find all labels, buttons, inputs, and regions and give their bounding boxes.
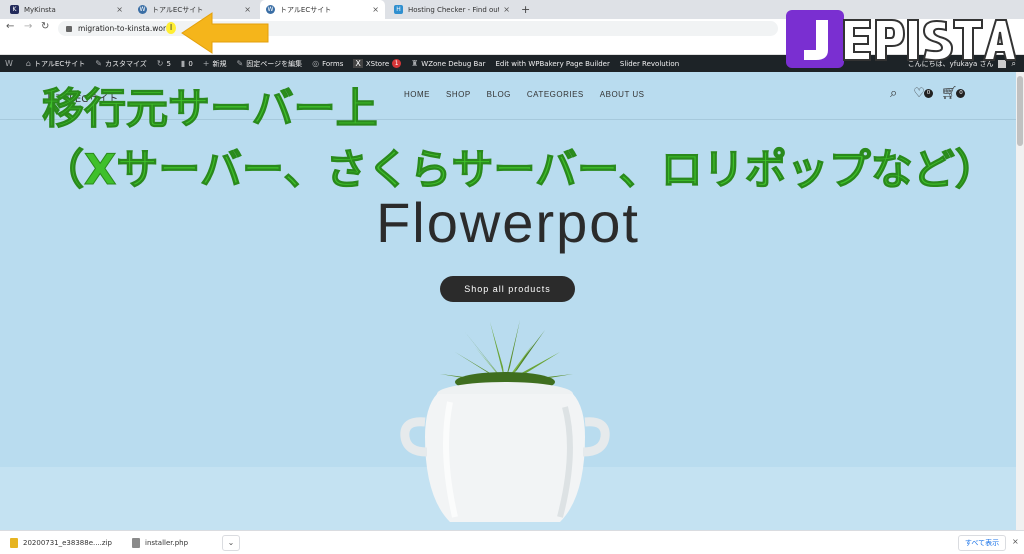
forward-arrow-icon[interactable]: → bbox=[24, 21, 32, 32]
admin-bar-comments[interactable]: ▮ 0 bbox=[181, 59, 193, 68]
admin-bar-label: トアルECサイト bbox=[34, 59, 86, 68]
comment-icon: ▮ bbox=[180, 59, 186, 68]
new-tab-button[interactable]: + bbox=[521, 3, 530, 16]
tab-close-icon[interactable]: × bbox=[503, 5, 510, 14]
wordpress-favicon-icon: W bbox=[138, 5, 147, 14]
hero-title: Flowerpot bbox=[376, 191, 640, 254]
admin-bar-wpbakery[interactable]: Edit with WPBakery Page Builder bbox=[495, 60, 609, 68]
tab-title: トアルECサイト bbox=[280, 5, 332, 14]
search-icon[interactable]: ⌕ bbox=[890, 86, 897, 101]
jepista-logo bbox=[786, 10, 1016, 68]
php-file-icon bbox=[132, 538, 140, 548]
downloads-shelf: 20200731_e38388e....zip installer.php ⌄ … bbox=[0, 530, 1024, 554]
pencil-icon: ✎ bbox=[236, 59, 244, 68]
lock-icon bbox=[66, 25, 72, 32]
back-arrow-icon[interactable]: ← bbox=[6, 21, 14, 32]
admin-bar-edit-page[interactable]: ✎ 固定ページを編集 bbox=[237, 59, 303, 69]
download-filename: installer.php bbox=[145, 539, 189, 547]
overlay-subheading: （Xサーバー、さくらサーバー、ロリポップなど） bbox=[42, 145, 998, 195]
wordpress-logo-icon: W bbox=[5, 59, 13, 68]
reload-icon[interactable]: ↻ bbox=[41, 21, 49, 32]
wishlist-heart-icon[interactable]: ♡ 0 bbox=[913, 86, 933, 101]
admin-bar-label: 固定ページを編集 bbox=[246, 59, 303, 68]
nav-shop[interactable]: SHOP bbox=[446, 90, 471, 99]
admin-bar-forms[interactable]: ◎ Forms bbox=[312, 59, 343, 68]
admin-bar-label: Edit with WPBakery Page Builder bbox=[495, 59, 610, 68]
white-pot-image bbox=[400, 382, 610, 522]
nav-about-us[interactable]: ABOUT US bbox=[600, 90, 645, 99]
admin-bar-label: Slider Revolution bbox=[619, 59, 680, 68]
admin-bar-customize[interactable]: ✎ カスタマイズ bbox=[95, 59, 147, 69]
wzone-icon: ♜ bbox=[411, 59, 419, 68]
wishlist-count: 0 bbox=[923, 89, 933, 98]
nav-home[interactable]: HOME bbox=[404, 90, 430, 99]
cart-count: 0 bbox=[956, 89, 966, 98]
admin-bar-site-name[interactable]: ⌂ トアルECサイト bbox=[26, 59, 85, 69]
plus-icon: + bbox=[202, 59, 210, 68]
admin-bar-slider-revolution[interactable]: Slider Revolution bbox=[620, 60, 679, 68]
admin-bar-label: 新規 bbox=[212, 59, 227, 68]
tab-close-icon[interactable]: × bbox=[372, 5, 379, 14]
tab-title: Hosting Checker - Find out who bbox=[408, 5, 500, 14]
admin-bar-wp-logo[interactable]: W bbox=[5, 59, 16, 68]
kinsta-favicon-icon: K bbox=[10, 5, 19, 14]
admin-bar-label: XStore bbox=[365, 59, 390, 68]
admin-bar-updates[interactable]: ↻ 5 bbox=[157, 59, 171, 68]
scrollbar-thumb[interactable] bbox=[1017, 76, 1023, 146]
page-scrollbar[interactable] bbox=[1016, 72, 1024, 530]
admin-bar-label: WZone Debug Bar bbox=[421, 59, 486, 68]
admin-bar-wzone-debug[interactable]: ♜ WZone Debug Bar bbox=[411, 59, 485, 68]
tab-ec-site-2[interactable]: W トアルECサイト × bbox=[260, 0, 385, 19]
cart-icon[interactable]: 🛒︎ 0 bbox=[941, 86, 966, 101]
forms-icon: ◎ bbox=[312, 59, 320, 68]
succulent-plant-image bbox=[440, 320, 573, 392]
tab-title: MyKinsta bbox=[24, 5, 56, 14]
admin-bar-label: 5 bbox=[166, 59, 171, 68]
site-header-icons: ⌕ ♡ 0 🛒︎ 0 bbox=[890, 86, 973, 101]
shop-all-products-button[interactable]: Shop all products bbox=[440, 276, 575, 302]
chevron-down-icon[interactable]: ⌄ bbox=[222, 535, 240, 551]
hosting-checker-favicon-icon: H bbox=[394, 5, 403, 14]
pointer-arrow-icon bbox=[181, 12, 269, 54]
home-icon: ⌂ bbox=[25, 59, 31, 68]
updates-icon: ↻ bbox=[156, 59, 164, 68]
site-nav: HOME SHOP BLOG CATEGORIES ABOUT US bbox=[404, 90, 661, 99]
tab-mykinsta[interactable]: K MyKinsta × bbox=[4, 0, 129, 19]
admin-bar-new[interactable]: + 新規 bbox=[203, 59, 227, 69]
text-cursor-icon: I bbox=[166, 22, 176, 34]
tab-close-icon[interactable]: × bbox=[116, 5, 123, 14]
show-all-downloads-button[interactable]: すべて表示 bbox=[958, 535, 1006, 551]
admin-bar-xstore[interactable]: X XStore 1 bbox=[353, 59, 402, 68]
download-item-php[interactable]: installer.php bbox=[132, 535, 188, 551]
zip-file-icon bbox=[10, 538, 18, 548]
download-filename: 20200731_e38388e....zip bbox=[23, 539, 112, 547]
address-text: migration-to-kinsta.work bbox=[78, 24, 171, 33]
nav-blog[interactable]: BLOG bbox=[487, 90, 511, 99]
xstore-icon: X bbox=[353, 59, 363, 68]
succulent-pot-image bbox=[400, 320, 610, 522]
brush-icon: ✎ bbox=[95, 59, 102, 68]
nav-categories[interactable]: CATEGORIES bbox=[527, 90, 584, 99]
admin-bar-label: 0 bbox=[188, 59, 193, 68]
download-item-zip[interactable]: 20200731_e38388e....zip bbox=[10, 535, 112, 551]
tab-hosting-checker[interactable]: H Hosting Checker - Find out who × bbox=[388, 0, 516, 19]
admin-bar-label: Forms bbox=[322, 59, 344, 68]
close-icon[interactable]: × bbox=[1012, 537, 1019, 546]
xstore-badge: 1 bbox=[392, 59, 402, 68]
overlay-heading: 移行元サーバー上 bbox=[42, 84, 379, 134]
admin-bar-label: カスタマイズ bbox=[104, 59, 147, 68]
